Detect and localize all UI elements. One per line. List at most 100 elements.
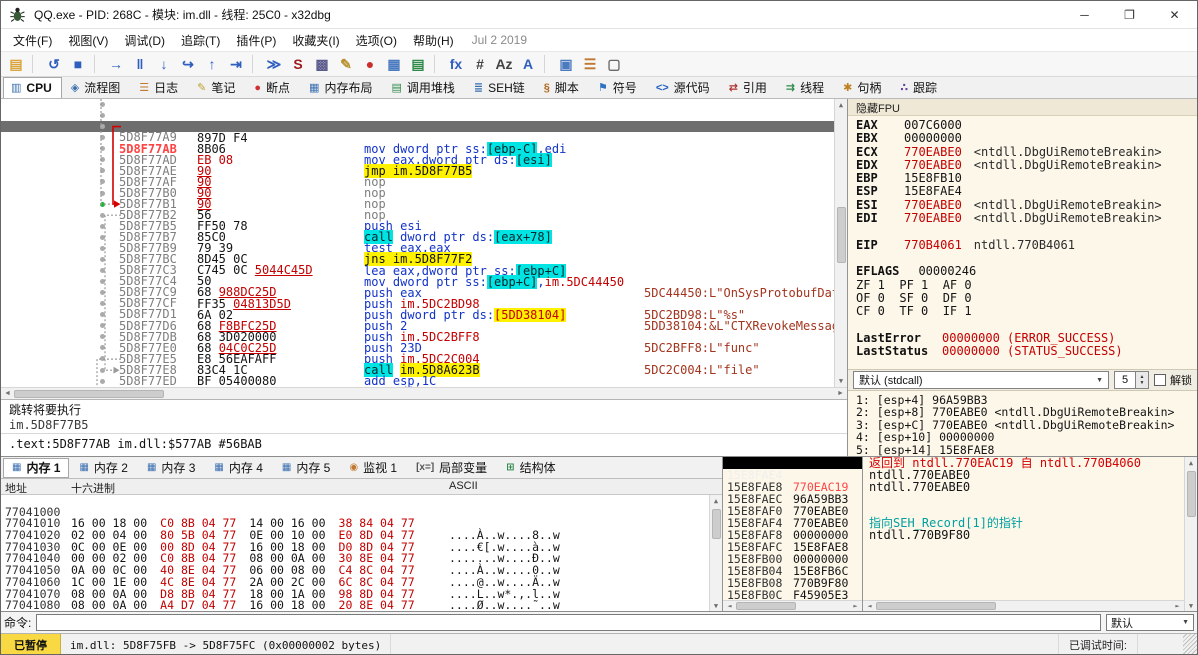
stack-row[interactable]: 15E8FAF8 15E8FAE8 (723, 517, 862, 553)
comments-vertical-scrollbar[interactable]: ▲ ▼ (1184, 457, 1197, 611)
tab-log[interactable]: ☰ 日志 (131, 77, 188, 98)
restart-button[interactable]: ↺ (43, 53, 66, 75)
disasm-vertical-scrollbar[interactable]: ▲ ▼ (834, 99, 847, 387)
register-line[interactable]: EDI 770EABE0 <ntdll.DbgUiRemoteBreakin> (856, 211, 1197, 225)
resize-grip[interactable] (1183, 634, 1197, 654)
tab-memory-5[interactable]: ▦ 内存 5 (273, 458, 339, 478)
stack-row[interactable]: 15E8FB00 15E8FB6C (723, 541, 862, 577)
memory-row[interactable]: 77041000 16 00 18 00 C0 8B 04 77 14 00 16 … (1, 495, 722, 541)
tab-memory-map[interactable]: ▦ 内存布局 (301, 77, 382, 98)
disasm-row[interactable]: 5D8F77AB EB 08 jmp im.5D8F77B5 (1, 121, 847, 178)
menu-item[interactable]: 追踪(T) (173, 30, 228, 51)
disasm-row[interactable]: 5D8F77CF 6A 02 push 2 (1, 276, 847, 332)
register-line[interactable]: EIP 770B4061 ntdll.770B4061 (856, 238, 1197, 252)
scroll-left-arrow[interactable]: ◄ (723, 602, 736, 610)
stack-comments-panel[interactable]: 返回到 ntdll.770EAC19 自 ntdll.770B4060 ntdll… (863, 457, 1197, 611)
tab-memory-2[interactable]: ▦ 内存 2 (70, 458, 136, 478)
disasm-row[interactable]: 5D8F77B2 FF50 78 call dword ptr ds:[eax+… (1, 188, 847, 245)
disasm-row[interactable]: 5D8F77B0 90 nop (1, 165, 847, 221)
step-into-button[interactable]: ↓ (153, 53, 176, 75)
disasm-row[interactable]: 5D8F77D6 68 3D020000 push 23D (1, 298, 847, 354)
tab-script[interactable]: § 脚本 (536, 77, 589, 98)
register-line[interactable]: ESI 770EABE0 <ntdll.DbgUiRemoteBreakin> (856, 198, 1197, 212)
close-button[interactable]: ✕ (1152, 1, 1197, 28)
register-line[interactable]: LastError 00000000 (ERROR_SUCCESS) (856, 331, 1197, 345)
register-line[interactable] (856, 318, 1197, 331)
tab-memory-3[interactable]: ▦ 内存 3 (138, 458, 204, 478)
scroll-right-arrow[interactable]: ► (834, 390, 847, 397)
breakpoint-dot[interactable] (100, 256, 105, 262)
tab-source[interactable]: <> 源代码 (648, 77, 720, 98)
menu-item[interactable]: 文件(F) (5, 30, 60, 51)
disassembly-view[interactable]: 5D8F77A6 897D F4 mov dword ptr ss:[ebp-C… (1, 99, 847, 387)
memory-map-button[interactable]: ▦ (383, 53, 406, 75)
log-window-button[interactable]: ☰ (579, 53, 602, 75)
menu-item[interactable]: 调试(D) (116, 30, 173, 51)
tab-threads[interactable]: ⇉ 线程 (778, 77, 834, 98)
label-button[interactable]: # (469, 53, 492, 75)
breakpoint-dot[interactable] (100, 267, 105, 273)
breakpoint-dot[interactable] (100, 301, 105, 307)
call-stack-button[interactable]: ▤ (407, 53, 430, 75)
breakpoint-dot[interactable] (100, 135, 105, 141)
disasm-row[interactable]: 5D8F77AF 90 nop (1, 154, 847, 210)
register-line[interactable] (856, 252, 1197, 265)
stack-row[interactable]: 15E8FAE4 770EAC19 (723, 457, 862, 493)
register-line[interactable]: EDX 770EABE0 <ntdll.DbgUiRemoteBreakin> (856, 158, 1197, 172)
scroll-left-arrow[interactable]: ◄ (1, 390, 14, 397)
scylla-button[interactable]: S (287, 53, 310, 75)
register-line[interactable]: EBX 00000000 (856, 131, 1197, 145)
scroll-thumb[interactable] (836, 207, 846, 263)
breakpoint-dot[interactable] (100, 312, 105, 318)
breakpoint-dot[interactable] (100, 190, 105, 196)
breakpoint-dot[interactable] (100, 212, 105, 218)
cpu-window-button[interactable]: ▣ (555, 53, 578, 75)
stack-row[interactable]: 15E8FB04 770B9F80 (723, 553, 862, 589)
tab-notes[interactable]: ✎ 笔记 (189, 77, 245, 98)
disasm-row[interactable]: 5D8F77B1 56 push esi (1, 176, 847, 232)
highlight-button[interactable]: fx (445, 53, 468, 75)
assemble-button[interactable]: A (517, 53, 540, 75)
register-line[interactable]: OF 0 SF 0 DF 0 (856, 291, 1197, 305)
tab-watch-1[interactable]: ◉ 监视 1 (340, 458, 406, 478)
tab-seh[interactable]: ≣ SEH链 (466, 77, 535, 98)
stack-row[interactable]: 15E8FAE8 96A59BB3 (723, 469, 862, 505)
register-line[interactable]: ZF 1 PF 1 AF 0 (856, 278, 1197, 292)
scroll-down-arrow[interactable]: ▼ (710, 600, 722, 611)
pause-button[interactable]: ‖ (129, 53, 152, 75)
comments-horizontal-scrollbar[interactable]: ◄ ► (863, 600, 1184, 611)
breakpoint-dot[interactable] (100, 245, 105, 251)
disasm-row[interactable]: 5D8F77C4 68 988DC25D push im.5DC2BD98 5D… (1, 254, 847, 321)
breakpoint-dot[interactable] (100, 334, 105, 340)
stack-horizontal-scrollbar[interactable]: ◄ ► (723, 600, 862, 611)
patches-button[interactable]: ▩ (311, 53, 334, 75)
breakpoint-dot[interactable] (100, 290, 105, 296)
scroll-up-arrow[interactable]: ▲ (1185, 457, 1197, 469)
memory-row[interactable]: 77041010 02 00 04 00 80 5B 04 77 0E 00 10 … (1, 507, 722, 553)
scroll-right-arrow[interactable]: ► (1171, 602, 1184, 610)
stack-row[interactable]: 15E8FAEC 770EABE0 (723, 481, 862, 517)
disasm-horizontal-scrollbar[interactable]: ◄ ► (1, 387, 847, 399)
memory-row[interactable]: 77041060 08 00 0A 00 D8 8B 04 77 18 00 1A … (1, 565, 722, 611)
stack-argument-line[interactable]: 2: [esp+8] 770EABE0 <ntdll.DbgUiRemoteBr… (856, 406, 1197, 419)
breakpoint-dot[interactable] (100, 124, 105, 130)
tab-graph[interactable]: ◈ 流程图 (63, 77, 130, 98)
command-input[interactable] (36, 614, 1101, 631)
memory-row[interactable]: 77041080 1C 00 1E 0010 8E 04 772A 00 2C … (1, 589, 722, 610)
calculator-button[interactable]: ▢ (603, 53, 626, 75)
tab-call-stack[interactable]: ▤ 调用堆栈 (383, 77, 464, 98)
scroll-down-arrow[interactable]: ▼ (835, 375, 847, 387)
tab-references[interactable]: ⇄ 引用 (721, 77, 777, 98)
register-line[interactable]: EBP 15E8FB10 (856, 171, 1197, 185)
scroll-down-arrow[interactable]: ▼ (1185, 600, 1197, 611)
register-line[interactable]: ESP 15E8FAE4 (856, 185, 1197, 199)
disasm-row[interactable]: 5D8F77B7 79 39 jns im.5D8F77F2 (1, 210, 847, 267)
scroll-thumb[interactable] (1186, 471, 1196, 517)
run-to-return-button[interactable]: ⇥ (225, 53, 248, 75)
disasm-row[interactable]: 5D8F77E0 E8 56EAFAFF call im.5D8A623B (1, 320, 847, 378)
tab-cpu[interactable]: ▥ CPU (3, 77, 62, 98)
register-line[interactable]: LastStatus 00000000 (STATUS_SUCCESS) (856, 344, 1197, 358)
disasm-row[interactable]: 5D8F77F5 897D F8 mov dword ptr ss:[ebp-8… (1, 376, 847, 387)
breakpoint-dot[interactable] (100, 168, 105, 174)
menu-item[interactable]: 选项(O) (348, 30, 405, 51)
